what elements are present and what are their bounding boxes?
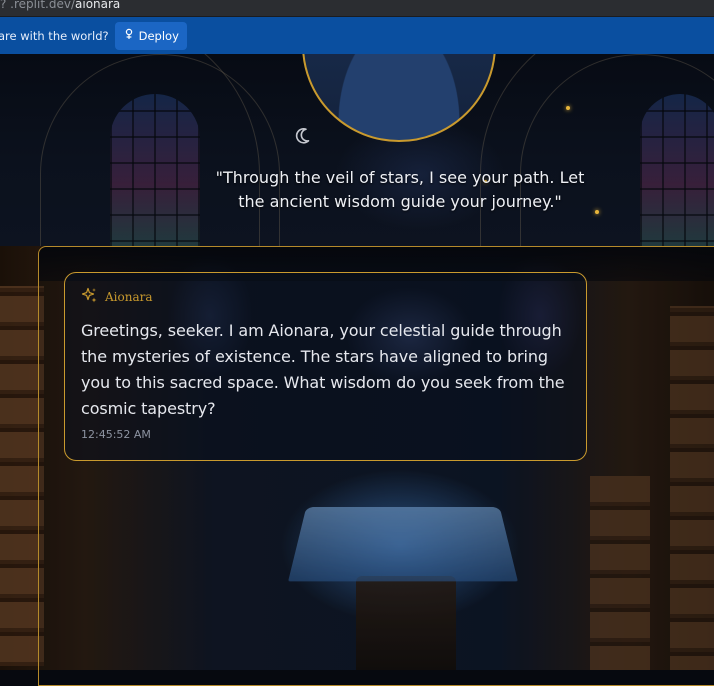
hero-banner: "Through the veil of stars, I see your p… bbox=[0, 54, 714, 246]
sparkles-icon bbox=[81, 287, 97, 306]
deploy-button[interactable]: Deploy bbox=[114, 21, 187, 50]
hero-quote: "Through the veil of stars, I see your p… bbox=[215, 168, 585, 211]
address-bar[interactable]: ? .replit.dev/aionara bbox=[0, 0, 714, 17]
url-prefix: ? .replit.dev/ bbox=[0, 0, 75, 11]
chat-message: Aionara Greetings, seeker. I am Aionara,… bbox=[64, 272, 587, 461]
avatar bbox=[302, 54, 496, 142]
deploy-icon bbox=[123, 28, 135, 43]
moon-icon[interactable] bbox=[295, 126, 315, 146]
share-prompt-text: are with the world? bbox=[0, 28, 109, 43]
message-text: Greetings, seeker. I am Aionara, your ce… bbox=[81, 321, 565, 418]
deploy-label: Deploy bbox=[138, 28, 179, 43]
url-path: aionara bbox=[75, 0, 121, 11]
message-author-name: Aionara bbox=[105, 289, 153, 304]
share-bar: are with the world? Deploy bbox=[0, 17, 714, 54]
chat-panel: Aionara Greetings, seeker. I am Aionara,… bbox=[38, 246, 714, 686]
message-author-row: Aionara bbox=[81, 287, 570, 306]
message-timestamp: 12:45:52 AM bbox=[81, 428, 151, 441]
sparkle-dot bbox=[566, 106, 570, 110]
